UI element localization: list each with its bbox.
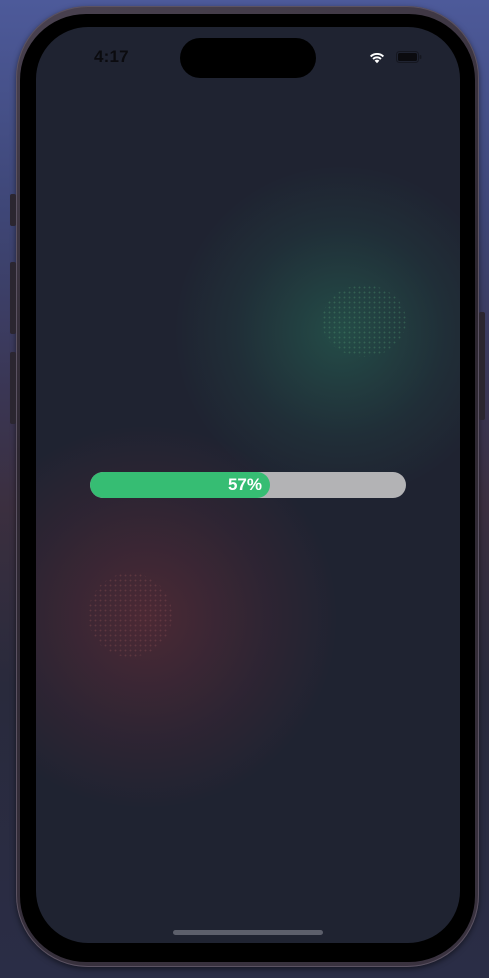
battery-icon	[396, 51, 422, 63]
power-button	[479, 312, 485, 420]
dot-pattern-red	[88, 573, 172, 657]
action-button	[10, 194, 16, 226]
volume-up-button	[10, 262, 16, 334]
status-bar-time: 4:17	[94, 47, 129, 66]
wifi-icon	[370, 52, 384, 64]
dynamic-island	[180, 38, 316, 78]
home-indicator[interactable]	[173, 930, 323, 935]
progress-bar: 57%	[90, 472, 406, 498]
progress-percent-label: 57%	[227, 475, 262, 494]
phone-screen: 4:17 57%	[36, 27, 460, 943]
dot-pattern-green	[322, 285, 406, 357]
volume-down-button	[10, 352, 16, 424]
